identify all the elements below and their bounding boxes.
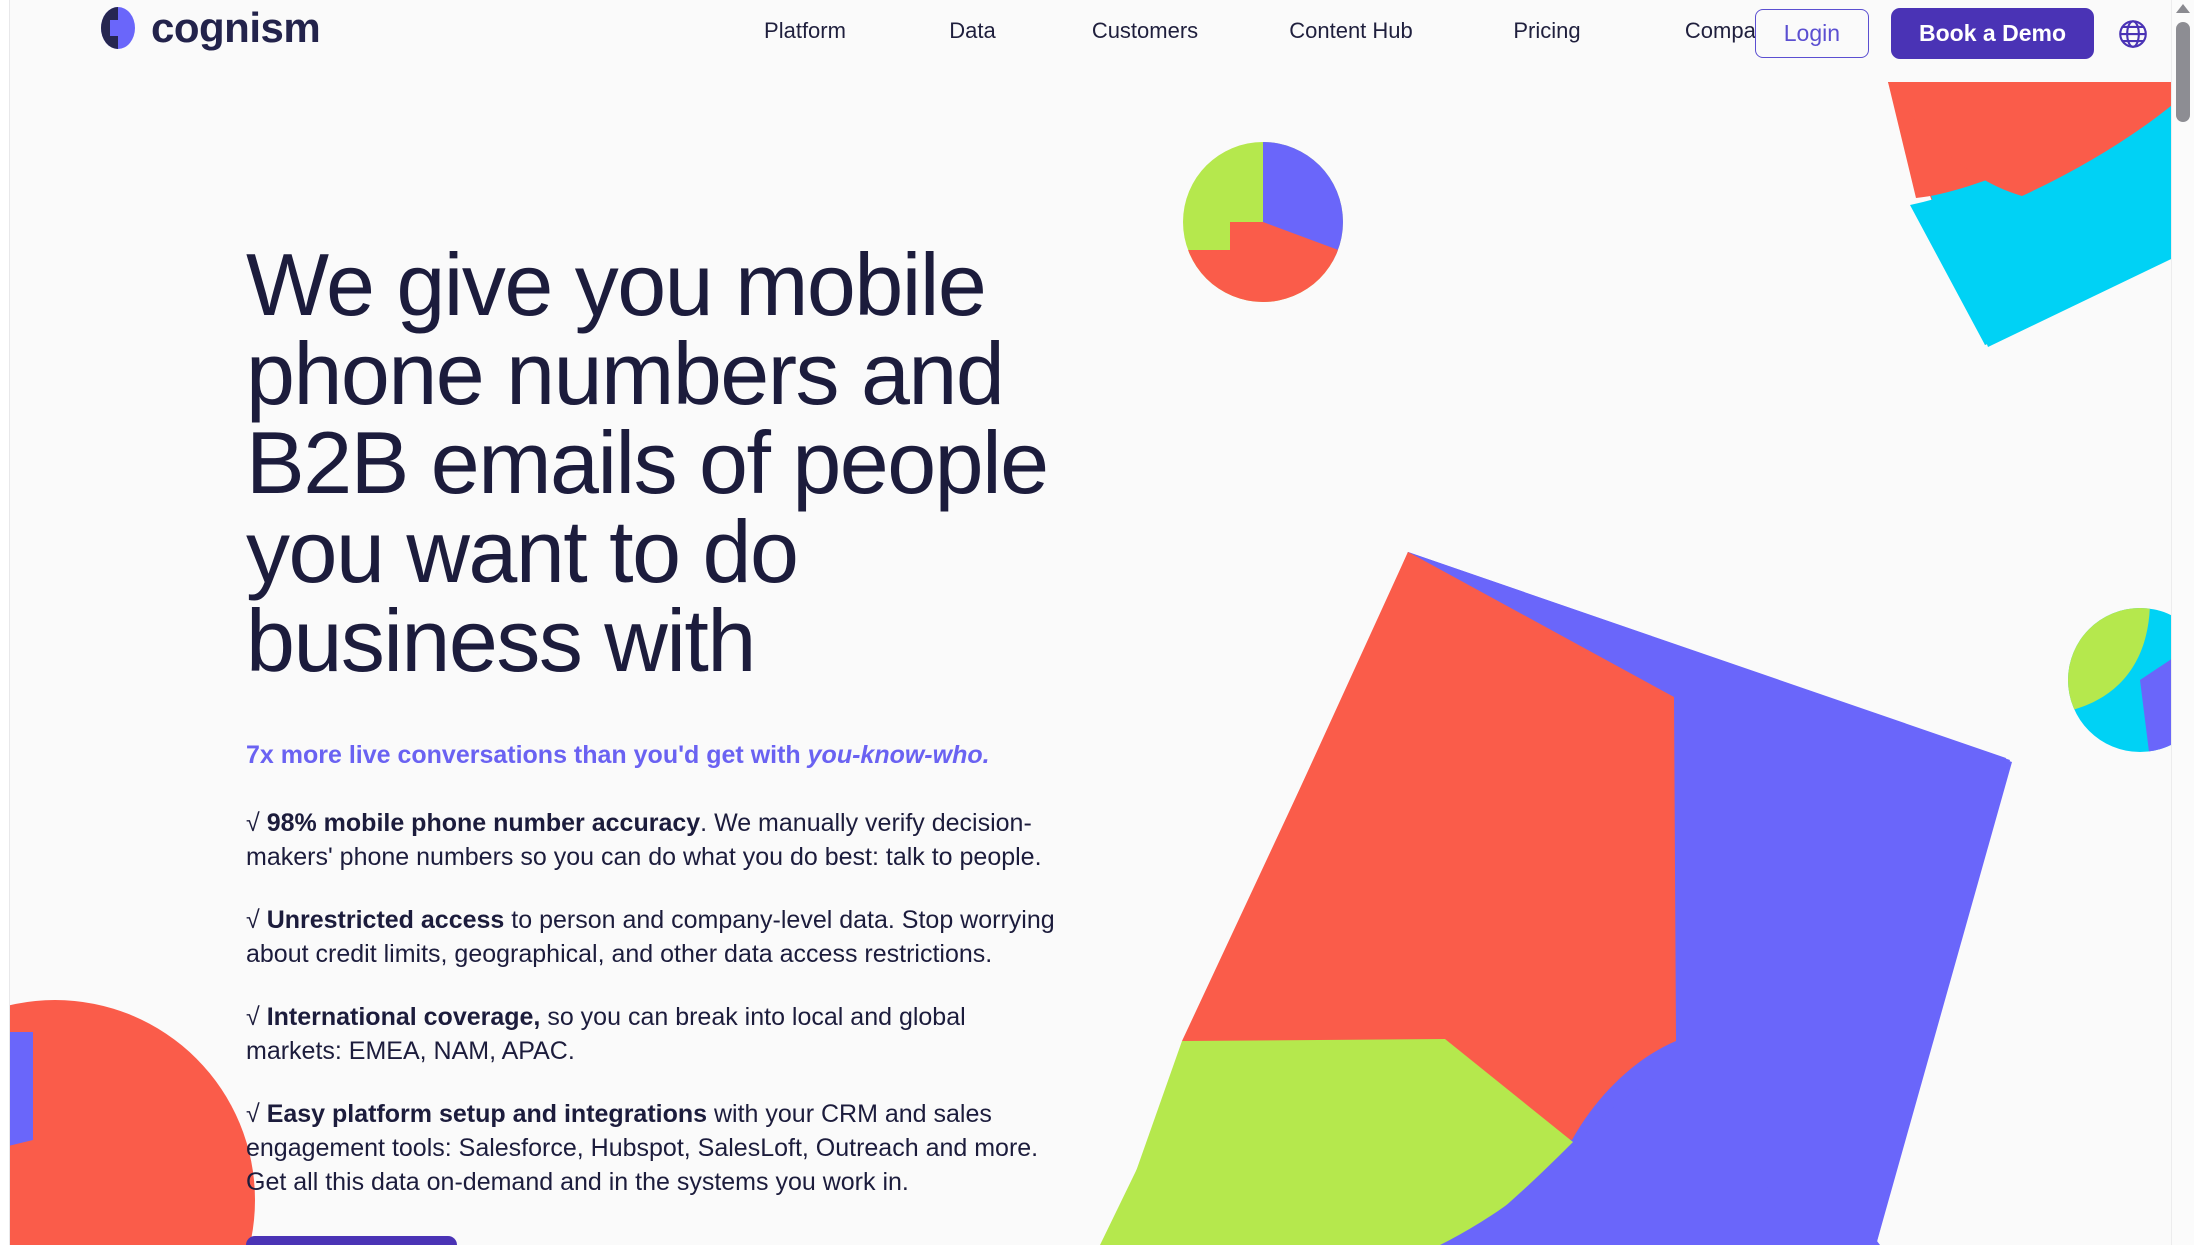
nav-item-content-hub[interactable]: Content Hub [1245, 14, 1457, 48]
list-item: √ International coverage, so you can bre… [246, 1000, 1066, 1068]
hero-book-a-demo-button[interactable]: Book a demo [246, 1235, 457, 1245]
check-icon: √ [246, 808, 260, 837]
webpage-root: cognism Platform Data Customers Content … [0, 0, 2194, 1245]
hero-bullet-list: √ 98% mobile phone number accuracy. We m… [246, 806, 1066, 1199]
nav-item-platform[interactable]: Platform [710, 14, 900, 48]
rotated-square-final [1186, 552, 2010, 1245]
brand-logo[interactable]: cognism [98, 4, 321, 51]
cognism-circle-logo-icon [98, 6, 138, 50]
list-item: √ 98% mobile phone number accuracy. We m… [246, 806, 1066, 874]
check-icon: √ [246, 905, 260, 934]
page-title: We give you mobile phone numbers and B2B… [246, 235, 1049, 690]
bullet-lead: Easy platform setup and integrations [266, 1099, 708, 1128]
nav-item-pricing[interactable]: Pricing [1457, 14, 1637, 48]
hero-kicker-italic: you-know-who. [807, 741, 990, 769]
globe-icon[interactable] [2116, 17, 2150, 51]
rotated-square-composition [1100, 552, 2006, 1245]
bullet-lead: International coverage, [266, 1002, 541, 1031]
hero-kicker-plain: 7x more live conversations than you'd ge… [246, 741, 808, 769]
nav-item-data[interactable]: Data [900, 14, 1045, 48]
bullet-lead: 98% mobile phone number accuracy [266, 808, 701, 837]
nav-item-customers[interactable]: Customers [1045, 14, 1245, 48]
site-header: cognism Platform Data Customers Content … [0, 0, 2194, 70]
primary-nav: Platform Data Customers Content Hub Pric… [710, 14, 1827, 48]
header-actions: Login Book a Demo [1754, 8, 2150, 59]
hero-kicker: 7x more live conversations than you'd ge… [246, 739, 1066, 772]
scrollbar-thumb[interactable] [2176, 22, 2190, 122]
window-left-edge [0, 0, 10, 1245]
check-icon: √ [246, 1099, 260, 1128]
pie-circle-top [1183, 142, 1343, 302]
circle-bottom-left [0, 1000, 255, 1245]
bullet-lead: Unrestricted access [266, 905, 505, 934]
vertical-scrollbar[interactable] [2171, 0, 2194, 1245]
list-item: √ Unrestricted access to person and comp… [246, 903, 1066, 971]
cyan-wedge-shape [1888, 82, 2194, 347]
list-item: √ Easy platform setup and integrations w… [246, 1097, 1066, 1199]
hero-geometry [1110, 553, 2012, 1245]
book-a-demo-button[interactable]: Book a Demo [1891, 8, 2094, 59]
cyan-wedge-top-right [1888, 82, 2194, 345]
scroll-up-arrow-icon[interactable] [2176, 4, 2190, 13]
check-icon: √ [246, 1002, 260, 1031]
hero-section: We give you mobile phone numbers and B2B… [246, 240, 1066, 1245]
login-button[interactable]: Login [1754, 9, 1870, 58]
brand-name: cognism [151, 4, 321, 51]
